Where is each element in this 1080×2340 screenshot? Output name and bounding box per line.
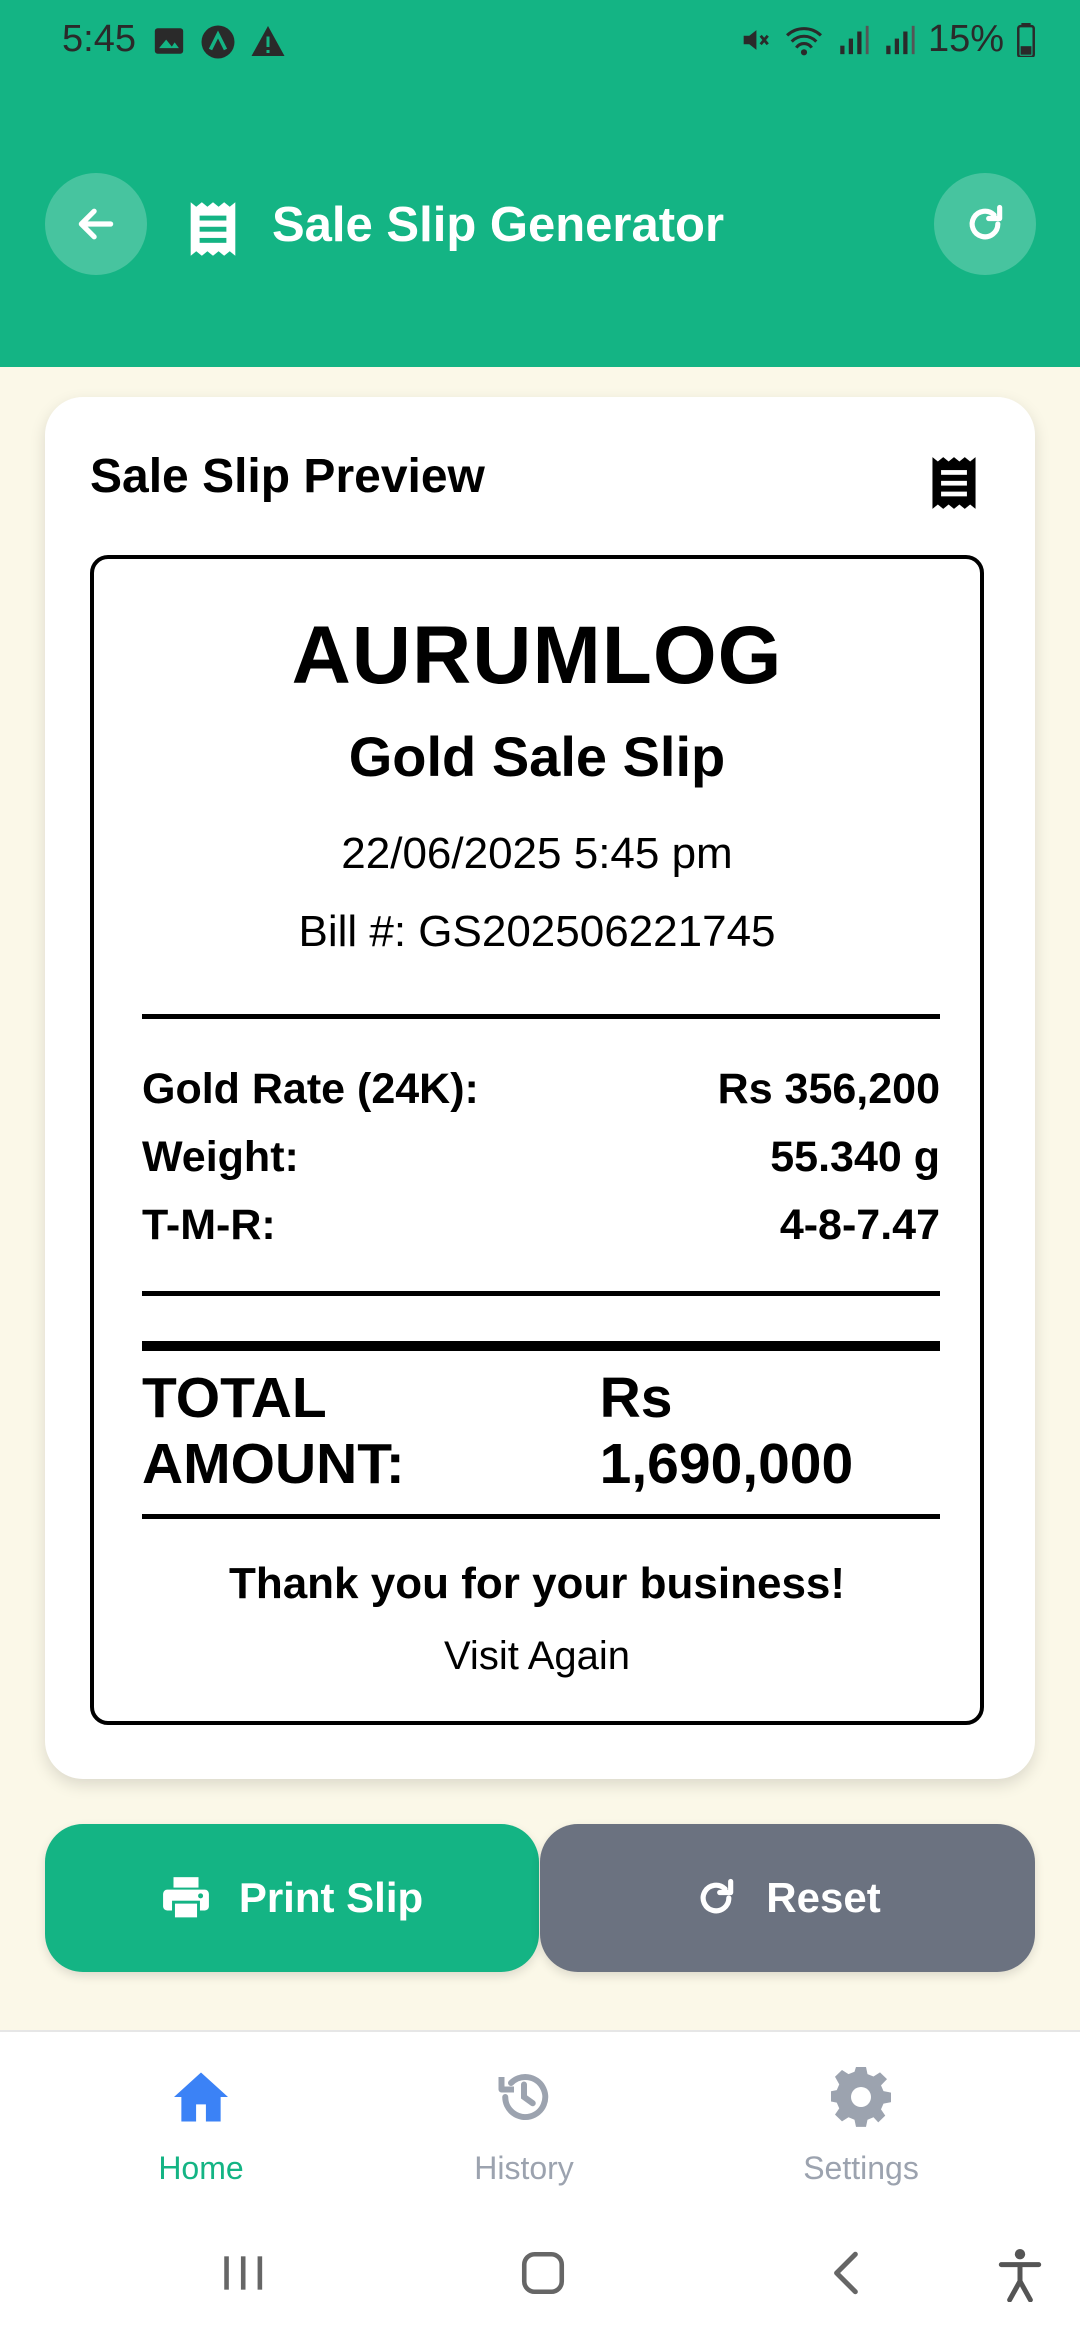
- status-bar: 5:45 15%: [0, 0, 1080, 84]
- row-value: 4-8-7.47: [779, 1200, 940, 1249]
- preview-title: Sale Slip Preview: [90, 450, 485, 503]
- refresh-icon: [700, 1878, 734, 1914]
- refresh-icon: [969, 204, 1003, 240]
- row-label: Gold Rate (24K):: [142, 1064, 479, 1113]
- row-label: T-M-R:: [142, 1200, 276, 1249]
- thank-you-text: Thank you for your business!: [228, 1559, 846, 1608]
- preview-card: Sale Slip Preview AURUMLOG Gold Sale Sli…: [45, 397, 1035, 1779]
- app-a-icon: [201, 25, 235, 59]
- wifi-icon: [785, 26, 822, 55]
- reset-button[interactable]: Reset: [540, 1824, 1035, 1972]
- receipt-icon: [190, 202, 236, 256]
- row-value: Rs 356,200: [717, 1064, 940, 1113]
- divider: [142, 1291, 940, 1296]
- recent-apps-icon[interactable]: [218, 2248, 268, 2298]
- app-bar: Sale Slip Generator: [0, 84, 1080, 367]
- battery-percent: 15%: [927, 18, 1004, 60]
- refresh-button[interactable]: [934, 173, 1036, 275]
- nav-item-home[interactable]: Home: [91, 2062, 311, 2187]
- mute-icon: [743, 29, 769, 50]
- gear-icon: [831, 2067, 891, 2127]
- bottom-navigation: Home History Settings: [0, 2030, 1080, 2216]
- battery-icon: [1017, 22, 1035, 57]
- nav-item-settings[interactable]: Settings: [751, 2062, 971, 2187]
- accessibility-icon[interactable]: [995, 2248, 1045, 2302]
- slip-brand: AURUMLOG: [291, 610, 783, 701]
- slip-subtitle: Gold Sale Slip: [348, 725, 726, 788]
- slip-row-weight: Weight: 55.340 g: [142, 1129, 940, 1185]
- visit-again-text: Visit Again: [443, 1634, 631, 1678]
- app-header: 5:45 15% Sale Slip Generator: [0, 0, 1080, 367]
- slip-datetime: 22/06/2025 5:45 pm: [341, 829, 733, 878]
- slip-row-gold-rate: Gold Rate (24K): Rs 356,200: [142, 1061, 940, 1117]
- nav-label-settings: Settings: [803, 2150, 919, 2186]
- back-nav-icon[interactable]: [822, 2248, 872, 2298]
- row-label: Weight:: [142, 1132, 299, 1181]
- printer-icon: [162, 1877, 209, 1921]
- page-title: Sale Slip Generator: [272, 198, 725, 252]
- total-value: Rs 1,690,000: [599, 1366, 854, 1496]
- nav-label-home: Home: [158, 2150, 244, 2186]
- arrow-left-icon: [78, 208, 114, 240]
- signal-icon: [886, 25, 915, 54]
- status-time: 5:45: [62, 18, 136, 60]
- row-value: 55.340 g: [770, 1132, 940, 1181]
- print-slip-button[interactable]: Print Slip: [45, 1824, 539, 1972]
- nav-item-history[interactable]: History: [414, 2062, 634, 2187]
- nav-label-history: History: [474, 2150, 574, 2186]
- back-button[interactable]: [45, 173, 147, 275]
- divider: [142, 1014, 940, 1019]
- warning-icon: [251, 26, 285, 56]
- receipt-icon: [932, 457, 976, 509]
- thick-divider: [142, 1341, 940, 1351]
- image-icon: [154, 28, 184, 54]
- total-label: TOTAL AMOUNT:: [142, 1366, 405, 1496]
- signal-icon: [840, 25, 869, 54]
- history-icon: [498, 2074, 549, 2120]
- home-icon: [174, 2072, 228, 2122]
- print-slip-label: Print Slip: [238, 1874, 424, 1921]
- slip-bill-number: Bill #: GS202506221745: [298, 907, 776, 956]
- home-button-icon[interactable]: [518, 2248, 568, 2298]
- reset-label: Reset: [766, 1874, 881, 1921]
- divider: [142, 1514, 940, 1519]
- slip-row-tmr: T-M-R: 4-8-7.47: [142, 1197, 940, 1253]
- system-navigation-bar: [0, 2214, 1080, 2340]
- total-amount-row: TOTAL AMOUNT: Rs 1,690,000: [142, 1366, 940, 1496]
- sale-slip: AURUMLOG Gold Sale Slip 22/06/2025 5:45 …: [90, 555, 984, 1725]
